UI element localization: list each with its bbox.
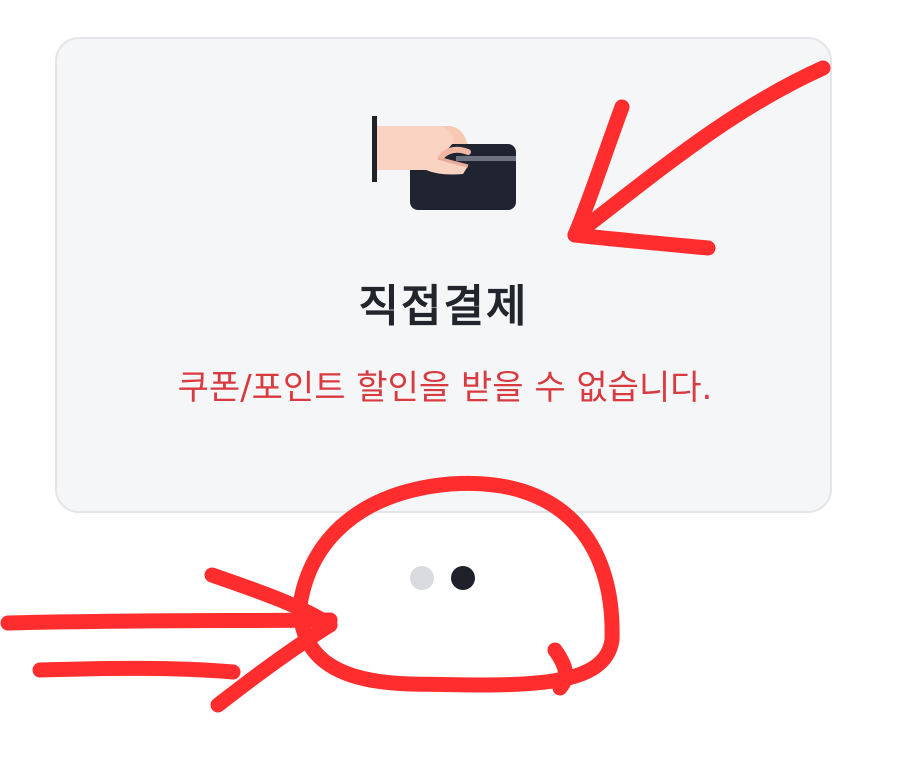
payment-title: 직접결제 [358,281,529,332]
pager-dot-2-active[interactable] [451,566,475,590]
payment-warning: 쿠폰/포인트 할인을 받을 수 없습니다. [177,368,713,408]
red-pointer-head-upper [204,567,338,633]
red-pointer-top [0,612,338,631]
hand-card-icon [372,116,516,210]
pager-dot-1[interactable] [410,566,434,590]
red-pointer-bottom [32,660,241,680]
red-pointer-head-lower [210,617,338,713]
carousel-pager [410,566,475,590]
red-circle-tail [547,642,573,696]
